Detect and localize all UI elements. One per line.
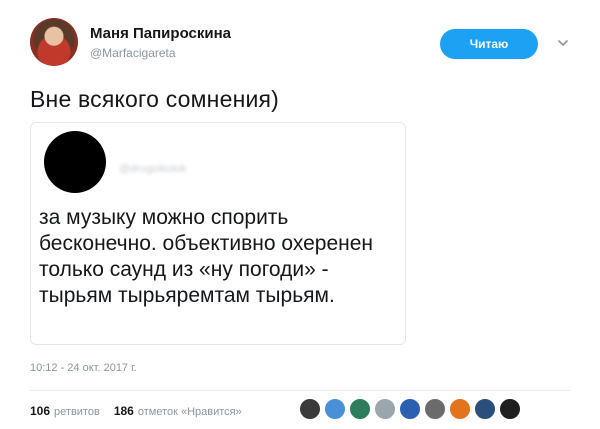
liker-avatar[interactable] (349, 398, 371, 420)
tweet-timestamp[interactable]: 10:12 - 24 окт. 2017 г. (30, 362, 137, 374)
follow-button[interactable]: Читаю (440, 29, 538, 59)
likes-stat[interactable]: 186 отметок «Нравится» (114, 404, 242, 418)
author-name[interactable]: Маня Папироскина (90, 25, 231, 42)
retweets-stat[interactable]: 106 ретвитов (30, 404, 100, 418)
retweets-label: ретвитов (54, 406, 100, 418)
chevron-down-icon[interactable] (556, 36, 570, 50)
quoted-text: за музыку можно спорить бесконечно. объе… (39, 206, 374, 307)
liker-avatar[interactable] (449, 398, 471, 420)
likes-count: 186 (113, 404, 134, 418)
author-handle[interactable]: @Marfacigareta (90, 46, 176, 60)
liker-avatar[interactable] (399, 398, 421, 420)
liker-avatar[interactable] (499, 398, 521, 420)
author-avatar[interactable] (30, 18, 78, 66)
likes-label: отметок «Нравится» (137, 406, 242, 418)
quoted-avatar (44, 131, 106, 193)
liker-avatar[interactable] (374, 398, 396, 420)
quoted-tweet[interactable]: @drugoikolok за музыку можно спорить бес… (30, 122, 406, 345)
liker-avatar[interactable] (424, 398, 446, 420)
tweet-stats: 106 ретвитов 186 отметок «Нравится» (30, 404, 256, 418)
retweets-count: 106 (30, 404, 51, 418)
divider (30, 390, 570, 391)
quoted-handle: @drugoikolok (119, 163, 187, 175)
liker-avatar[interactable] (474, 398, 496, 420)
liker-avatars (299, 398, 524, 420)
tweet-text: Вне всякого сомнения) (30, 86, 280, 112)
liker-avatar[interactable] (324, 398, 346, 420)
liker-avatar[interactable] (299, 398, 321, 420)
